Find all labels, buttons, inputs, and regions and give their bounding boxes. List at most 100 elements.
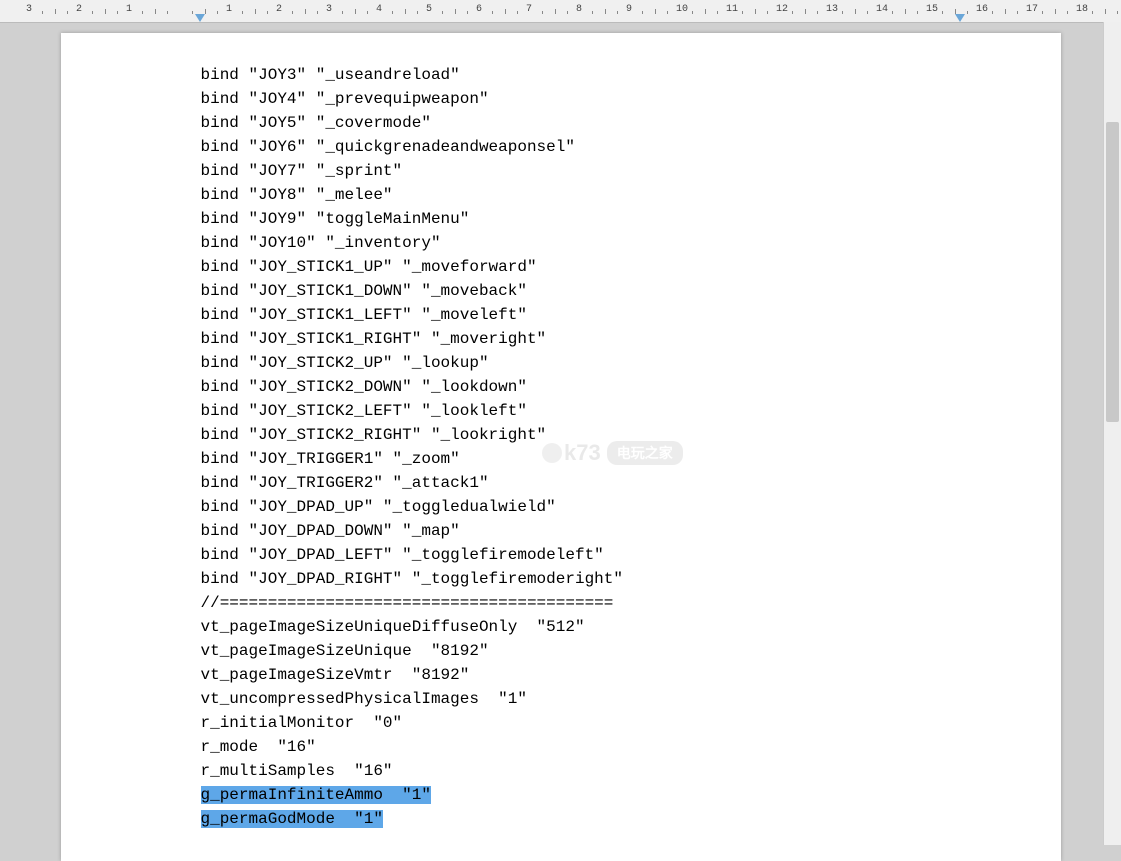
ruler-segment: 3 — [30, 0, 80, 22]
text-line[interactable]: bind "JOY_DPAD_RIGHT" "_togglefiremoderi… — [201, 570, 623, 588]
ruler-tick — [1042, 11, 1043, 14]
ruler-tick — [267, 11, 268, 14]
ruler-number: 14 — [876, 4, 888, 15]
ruler-tick — [755, 9, 756, 14]
text-line[interactable]: bind "JOY8" "_melee" — [201, 186, 393, 204]
ruler-tick — [617, 11, 618, 14]
text-line[interactable]: r_initialMonitor "0" — [201, 714, 403, 732]
ruler-tick — [717, 11, 718, 14]
ruler-tick — [367, 11, 368, 14]
ruler-number: 16 — [976, 4, 988, 15]
ruler-tick — [567, 11, 568, 14]
text-line[interactable]: bind "JOY5" "_covermode" — [201, 114, 431, 132]
ruler-tick — [867, 11, 868, 14]
ruler-segment: 12 — [780, 0, 830, 22]
document-page[interactable]: bind "JOY3" "_useandreload"bind "JOY4" "… — [61, 33, 1061, 861]
ruler-number: 9 — [626, 4, 632, 15]
left-margin-marker-icon[interactable] — [195, 14, 205, 22]
ruler-tick — [1117, 11, 1118, 14]
text-line[interactable]: bind "JOY_STICK2_RIGHT" "_lookright" — [201, 426, 547, 444]
ruler-tick — [442, 11, 443, 14]
ruler-segment: 2 — [80, 0, 130, 22]
ruler-tick — [342, 11, 343, 14]
text-line[interactable]: vt_uncompressedPhysicalImages "1" — [201, 690, 527, 708]
ruler-tick — [192, 11, 193, 14]
ruler-tick — [667, 11, 668, 14]
text-line[interactable]: bind "JOY10" "_inventory" — [201, 234, 441, 252]
ruler-number: 3 — [326, 4, 332, 15]
ruler-segment: 6 — [480, 0, 530, 22]
ruler-tick — [1055, 9, 1056, 14]
ruler-number: 5 — [426, 4, 432, 15]
ruler-tick — [642, 11, 643, 14]
ruler-segment: 1 — [130, 0, 180, 22]
ruler-tick — [905, 9, 906, 14]
ruler-number: 1 — [126, 4, 132, 15]
text-line[interactable]: r_multiSamples "16" — [201, 762, 393, 780]
text-line[interactable]: vt_pageImageSizeUniqueDiffuseOnly "512" — [201, 618, 585, 636]
text-line[interactable]: bind "JOY6" "_quickgrenadeandweaponsel" — [201, 138, 575, 156]
text-line[interactable]: bind "JOY_TRIGGER2" "_attack1" — [201, 474, 489, 492]
ruler-tick — [942, 11, 943, 14]
ruler-segment: 7 — [530, 0, 580, 22]
text-line[interactable]: vt_pageImageSizeUnique "8192" — [201, 642, 489, 660]
ruler-tick — [67, 11, 68, 14]
ruler-tick — [692, 11, 693, 14]
ruler-number: 2 — [276, 4, 282, 15]
text-line[interactable]: vt_pageImageSizeVmtr "8192" — [201, 666, 470, 684]
ruler-segment: 16 — [980, 0, 1030, 22]
text-line[interactable]: bind "JOY_TRIGGER1" "_zoom" — [201, 450, 460, 468]
text-line[interactable]: bind "JOY_STICK2_LEFT" "_lookleft" — [201, 402, 527, 420]
ruler-tick — [142, 11, 143, 14]
selected-text-line[interactable]: g_permaGodMode "1" — [201, 810, 383, 828]
text-line[interactable]: bind "JOY_DPAD_LEFT" "_togglefiremodelef… — [201, 546, 604, 564]
text-line[interactable]: bind "JOY_STICK1_DOWN" "_moveback" — [201, 282, 527, 300]
text-line[interactable]: bind "JOY_STICK1_RIGHT" "_moveright" — [201, 330, 547, 348]
ruler-tick — [917, 11, 918, 14]
ruler-number: 3 — [26, 4, 32, 15]
ruler-tick — [855, 9, 856, 14]
ruler-number: 17 — [1026, 4, 1038, 15]
text-line[interactable]: bind "JOY7" "_sprint" — [201, 162, 403, 180]
ruler-tick — [592, 11, 593, 14]
ruler-tick — [417, 11, 418, 14]
ruler-tick — [217, 11, 218, 14]
ruler-tick — [1017, 11, 1018, 14]
right-margin-marker-icon[interactable] — [955, 14, 965, 22]
ruler-number: 18 — [1076, 4, 1088, 15]
text-line[interactable]: bind "JOY_STICK2_UP" "_lookup" — [201, 354, 489, 372]
ruler-tick — [605, 9, 606, 14]
ruler-segment: 13 — [830, 0, 880, 22]
scrollbar-thumb[interactable] — [1106, 122, 1119, 422]
text-line[interactable]: bind "JOY_DPAD_UP" "_toggledualwield" — [201, 498, 556, 516]
ruler-segment: 11 — [730, 0, 780, 22]
ruler-tick — [305, 9, 306, 14]
text-line[interactable]: bind "JOY_STICK2_DOWN" "_lookdown" — [201, 378, 527, 396]
text-line[interactable]: bind "JOY_DPAD_DOWN" "_map" — [201, 522, 460, 540]
ruler-tick — [1092, 11, 1093, 14]
ruler-tick — [555, 9, 556, 14]
ruler-tick — [517, 11, 518, 14]
text-line[interactable]: //======================================… — [201, 594, 614, 612]
text-line[interactable]: bind "JOY_STICK1_UP" "_moveforward" — [201, 258, 537, 276]
text-line[interactable]: bind "JOY_STICK1_LEFT" "_moveleft" — [201, 306, 527, 324]
text-line[interactable]: r_mode "16" — [201, 738, 316, 756]
ruler-tick — [55, 9, 56, 14]
text-line[interactable]: bind "JOY9" "toggleMainMenu" — [201, 210, 470, 228]
ruler-number: 1 — [226, 4, 232, 15]
text-line[interactable]: bind "JOY3" "_useandreload" — [201, 66, 460, 84]
ruler-number: 6 — [476, 4, 482, 15]
ruler-tick — [967, 11, 968, 14]
ruler-tick — [505, 9, 506, 14]
ruler-number: 10 — [676, 4, 688, 15]
ruler-tick — [455, 9, 456, 14]
ruler-segment: 9 — [630, 0, 680, 22]
vertical-scrollbar[interactable] — [1103, 22, 1121, 845]
ruler-tick — [105, 9, 106, 14]
ruler-tick — [355, 9, 356, 14]
ruler-segment: 10 — [680, 0, 730, 22]
ruler-tick — [92, 11, 93, 14]
selected-text-line[interactable]: g_permaInfiniteAmmo "1" — [201, 786, 431, 804]
ruler-segment: 1 — [230, 0, 280, 22]
text-line[interactable]: bind "JOY4" "_prevequipweapon" — [201, 90, 489, 108]
